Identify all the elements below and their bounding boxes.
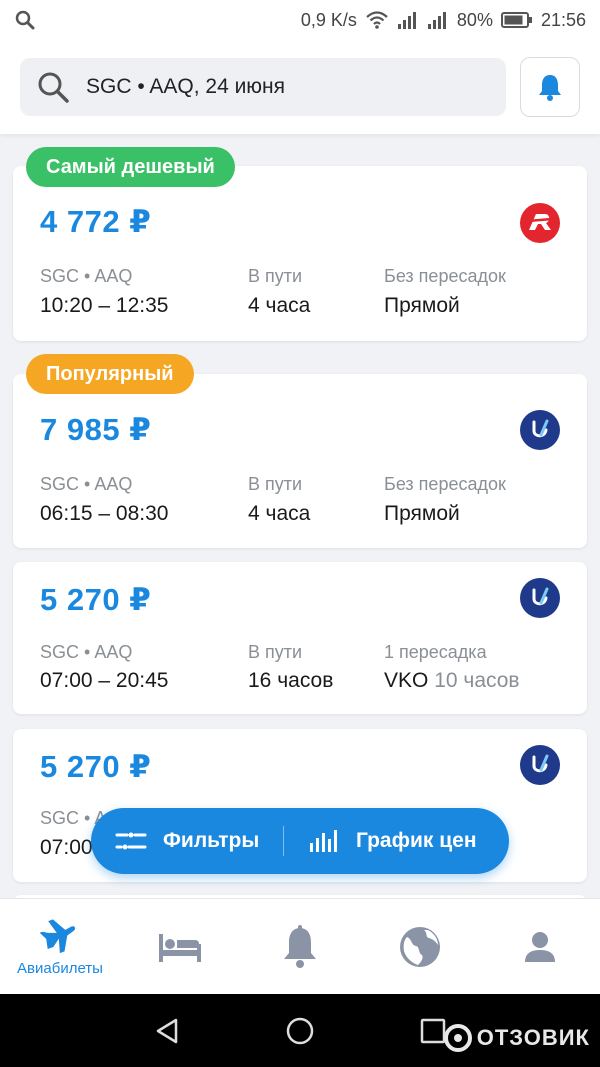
flight-times: 10:20 – 12:35 [40, 294, 169, 317]
battery-percent: 80% [456, 9, 493, 30]
price-chart-button[interactable]: График цен [284, 808, 477, 874]
network-speed: 0,9 K/s [300, 9, 357, 30]
flight-times: 07:00 – 20:45 [40, 669, 169, 692]
filters-icon [115, 832, 147, 850]
route-label: SGC • AAQ [40, 642, 133, 662]
flight-times: 07:00 [40, 836, 93, 859]
utair-icon [532, 587, 549, 606]
flight-times: 06:15 – 08:30 [40, 502, 169, 525]
stops-label: Без пересадок [384, 474, 506, 494]
status-bar: 0,9 K/s 80% 21:56 [0, 0, 600, 40]
back-button[interactable] [101, 1017, 234, 1045]
home-button[interactable] [234, 1016, 367, 1046]
duration-label: В пути [248, 266, 303, 286]
cheapest-badge: Самый дешевый [26, 147, 235, 187]
filters-label: Фильтры [163, 829, 260, 852]
otzovik-logo-icon [443, 1024, 472, 1052]
route-label: SGC • AAQ [40, 266, 133, 286]
bell-icon [539, 75, 561, 101]
popular-badge: Популярный [26, 354, 194, 394]
search-icon [15, 10, 35, 30]
airline-logo-red-wings [520, 203, 560, 243]
clock: 21:56 [540, 9, 586, 30]
flight-card[interactable]: 4 772 ₽ SGC • AAQ 10:20 – 12:35 В пути 4… [13, 166, 587, 341]
globe-icon [400, 926, 440, 967]
wifi-icon [366, 11, 388, 29]
flight-price: 7 985 ₽ [40, 412, 152, 447]
transfer-duration: 10 часов [434, 669, 520, 692]
duration-label: В пути [248, 642, 303, 662]
back-icon [156, 1018, 178, 1043]
nav-label-flights: Авиабилеты [17, 960, 103, 977]
utair-icon [532, 754, 549, 773]
airline-logo-utair [520, 745, 560, 785]
stops-value: Прямой [384, 294, 460, 317]
otzovik-watermark: ОТЗОВИК [443, 1023, 590, 1053]
search-icon [38, 72, 69, 103]
watermark-text: ОТЗОВИК [476, 1025, 590, 1050]
home-icon [286, 1017, 314, 1044]
flight-card[interactable]: 5 270 ₽ SGC • AAQ 07:00 – 20:45 В пути 1… [13, 562, 587, 714]
bell-icon [284, 924, 316, 968]
nav-item-hotels[interactable] [120, 899, 240, 994]
airline-logo-utair [520, 410, 560, 450]
bed-icon [159, 933, 201, 962]
signal-icon [397, 12, 416, 29]
profile-icon [525, 931, 555, 962]
search-header: SGC • AAQ, 24 июня [0, 40, 600, 134]
stops-value: VKO 10 часов [384, 669, 520, 693]
airplane-icon [40, 919, 76, 954]
search-field[interactable]: SGC • AAQ, 24 июня [20, 58, 506, 116]
duration-value: 4 часа [248, 502, 311, 525]
transfer-airport: VKO [384, 669, 429, 692]
utair-icon [532, 419, 549, 438]
bottom-nav: Авиабилеты [0, 898, 600, 994]
price-chart-label: График цен [356, 829, 477, 852]
signal-icon-2 [427, 12, 446, 29]
bar-chart-icon [310, 830, 337, 852]
nav-item-profile[interactable] [480, 899, 600, 994]
flight-card[interactable]: 7 985 ₽ SGC • AAQ 06:15 – 08:30 В пути 4… [13, 374, 587, 548]
red-wings-icon [527, 214, 553, 230]
nav-item-subscriptions[interactable] [240, 899, 360, 994]
route-label: SGC • AAQ [40, 474, 133, 494]
search-query: SGC • AAQ, 24 июня [86, 75, 286, 98]
airline-logo-utair [520, 578, 560, 618]
flight-price: 5 270 ₽ [40, 582, 152, 617]
battery-icon [500, 12, 532, 28]
stops-label: Без пересадок [384, 266, 506, 286]
flight-price: 4 772 ₽ [40, 204, 152, 239]
stops-label: 1 пересадка [384, 642, 487, 662]
flight-price: 5 270 ₽ [40, 749, 152, 784]
duration-value: 4 часа [248, 294, 311, 317]
duration-value: 16 часов [248, 669, 334, 692]
stops-value: Прямой [384, 502, 460, 525]
filters-button[interactable]: Фильтры [91, 808, 283, 874]
duration-label: В пути [248, 474, 303, 494]
android-nav-bar: ОТЗОВИК [0, 994, 600, 1067]
nav-item-flights[interactable]: Авиабилеты [0, 899, 120, 994]
filter-bar: Фильтры График цен [91, 808, 509, 874]
price-alert-button[interactable] [520, 57, 580, 117]
nav-item-explore[interactable] [360, 899, 480, 994]
